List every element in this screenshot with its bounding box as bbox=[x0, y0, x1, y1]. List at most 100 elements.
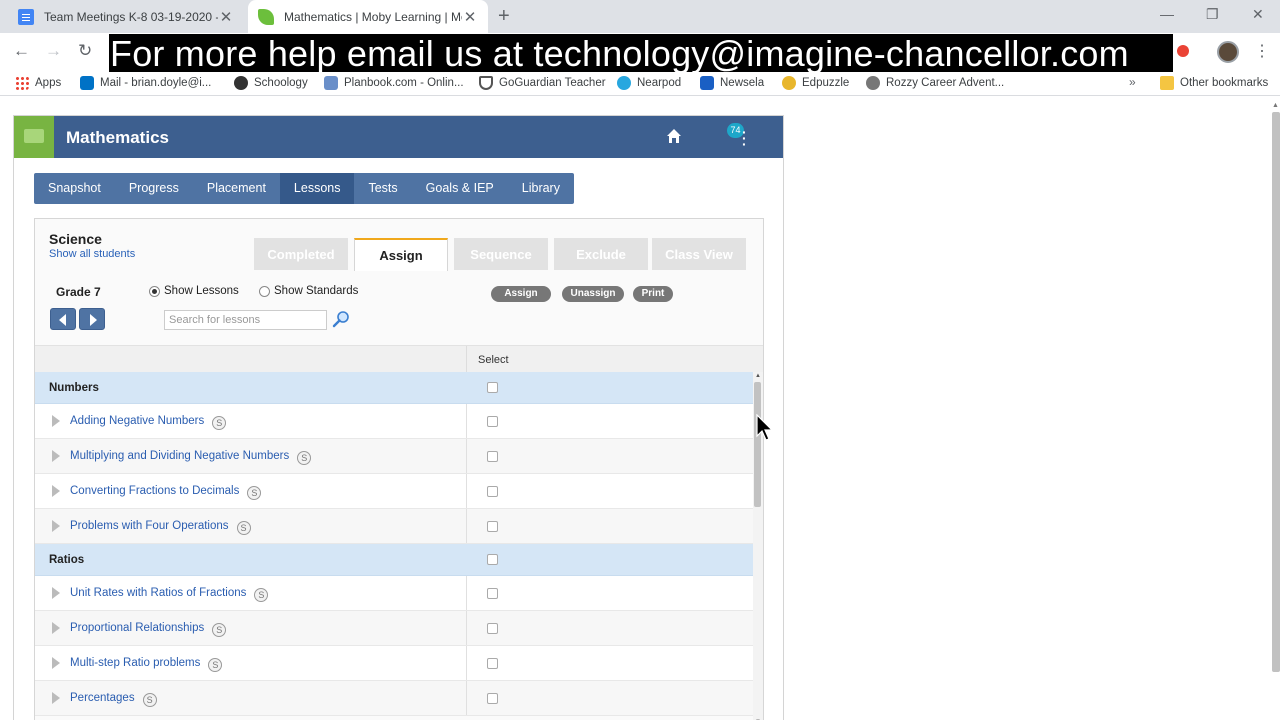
search-icon[interactable] bbox=[332, 310, 350, 328]
back-icon[interactable]: ← bbox=[13, 41, 30, 61]
group-select-checkbox[interactable] bbox=[487, 382, 498, 393]
lesson-select-checkbox[interactable] bbox=[487, 693, 498, 704]
minimize-icon[interactable]: — bbox=[1160, 6, 1174, 22]
expand-triangle-icon[interactable] bbox=[52, 415, 60, 427]
nav-tab-snapshot[interactable]: Snapshot bbox=[34, 173, 115, 204]
column-divider bbox=[466, 681, 467, 715]
standard-s-icon[interactable]: S bbox=[212, 416, 227, 430]
close-tab-icon[interactable]: ✕ bbox=[462, 8, 478, 26]
standard-s-icon[interactable]: S bbox=[247, 486, 262, 500]
profile-avatar[interactable] bbox=[1217, 41, 1239, 63]
bookmark-newsela[interactable]: Newsela bbox=[700, 76, 764, 90]
bookmark-nearpod[interactable]: Nearpod bbox=[617, 76, 681, 90]
group-row: Ratios bbox=[35, 544, 753, 576]
subtab-sequence[interactable]: Sequence bbox=[454, 238, 548, 270]
scroll-up-icon[interactable]: ▲ bbox=[755, 373, 761, 379]
standard-s-icon[interactable]: S bbox=[236, 521, 251, 535]
app-menu-icon[interactable]: · · · bbox=[742, 125, 747, 151]
bookmark-apps[interactable]: Apps bbox=[15, 76, 61, 90]
bookmark-mail[interactable]: Mail - brian.doyle@i... bbox=[80, 76, 211, 90]
radio-unselected-icon bbox=[259, 285, 270, 297]
bookmark-other[interactable]: Other bookmarks bbox=[1160, 76, 1268, 90]
lesson-scrollbar-thumb[interactable] bbox=[754, 382, 761, 507]
unassign-button[interactable]: Unassign bbox=[562, 286, 624, 302]
standard-s-icon[interactable]: S bbox=[212, 623, 227, 637]
close-window-icon[interactable]: ✕ bbox=[1252, 6, 1264, 23]
expand-triangle-icon[interactable] bbox=[52, 587, 60, 599]
lesson-select-checkbox[interactable] bbox=[487, 521, 498, 532]
standard-s-icon[interactable]: S bbox=[297, 451, 312, 465]
bookmark-planbook[interactable]: Planbook.com - Onlin... bbox=[324, 76, 464, 90]
lesson-select-checkbox[interactable] bbox=[487, 416, 498, 427]
subtab-completed[interactable]: Completed bbox=[254, 238, 348, 270]
next-grade-button[interactable] bbox=[79, 308, 105, 330]
browser-menu-icon[interactable]: ⋮ bbox=[1254, 41, 1270, 61]
lesson-select-checkbox[interactable] bbox=[487, 658, 498, 669]
new-tab-button[interactable]: + bbox=[498, 5, 510, 28]
folder-icon bbox=[1160, 76, 1174, 90]
browser-tab-team-meetings[interactable]: Team Meetings K-8 03-19-2020 - Go ✕ bbox=[8, 0, 244, 33]
lesson-select-checkbox[interactable] bbox=[487, 451, 498, 462]
home-icon[interactable] bbox=[666, 128, 682, 144]
more-bookmarks-icon[interactable]: » bbox=[1129, 75, 1136, 89]
lesson-select-checkbox[interactable] bbox=[487, 588, 498, 599]
bookmark-rozzy[interactable]: Rozzy Career Advent... bbox=[866, 76, 1004, 90]
show-all-students-link[interactable]: Show all students bbox=[49, 248, 135, 260]
expand-triangle-icon[interactable] bbox=[52, 450, 60, 462]
lesson-link[interactable]: Percentages S bbox=[70, 692, 157, 707]
page-scrollbar[interactable] bbox=[1272, 112, 1280, 672]
class-name: Science bbox=[49, 231, 102, 247]
nav-tab-lessons[interactable]: Lessons bbox=[279, 173, 355, 204]
lesson-link[interactable]: Multiplying and Dividing Negative Number… bbox=[70, 450, 312, 465]
bookmark-label: Mail - brian.doyle@i... bbox=[100, 77, 212, 89]
browser-tab-mathematics[interactable]: Mathematics | Moby Learning | Mob ✕ bbox=[248, 0, 488, 33]
lesson-link[interactable]: Problems with Four Operations S bbox=[70, 520, 251, 535]
lesson-link[interactable]: Adding Negative Numbers S bbox=[70, 415, 227, 430]
lesson-link[interactable]: Multi-step Ratio problems S bbox=[70, 657, 223, 672]
print-button[interactable]: Print bbox=[633, 286, 673, 302]
lesson-select-checkbox[interactable] bbox=[487, 623, 498, 634]
show-lessons-radio[interactable]: Show Lessons bbox=[149, 285, 239, 297]
nav-tab-placement[interactable]: Placement bbox=[193, 173, 280, 204]
lesson-link[interactable]: Converting Fractions to Decimals S bbox=[70, 485, 262, 500]
lesson-search-input[interactable]: Search for lessons bbox=[164, 310, 327, 330]
page-scroll-up-icon[interactable]: ▲ bbox=[1272, 102, 1279, 109]
apps-grid-icon bbox=[15, 76, 29, 90]
restore-icon[interactable]: ❐ bbox=[1206, 6, 1219, 23]
group-name: Numbers bbox=[49, 382, 99, 394]
column-divider bbox=[466, 576, 467, 610]
bookmark-edpuzzle[interactable]: Edpuzzle bbox=[782, 76, 849, 90]
expand-triangle-icon[interactable] bbox=[52, 622, 60, 634]
extension-icon[interactable] bbox=[1177, 45, 1189, 57]
bookmark-goguardian[interactable]: GoGuardian Teacher bbox=[479, 76, 606, 90]
show-standards-radio[interactable]: Show Standards bbox=[259, 285, 358, 297]
standard-s-icon[interactable]: S bbox=[254, 588, 269, 602]
planbook-icon bbox=[324, 76, 338, 90]
lesson-select-checkbox[interactable] bbox=[487, 486, 498, 497]
expand-triangle-icon[interactable] bbox=[52, 692, 60, 704]
standard-s-icon[interactable]: S bbox=[142, 693, 157, 707]
nav-tab-goals-iep[interactable]: Goals & IEP bbox=[412, 173, 508, 204]
subtab-assign[interactable]: Assign bbox=[354, 238, 448, 271]
standard-s-icon[interactable]: S bbox=[208, 658, 223, 672]
nav-tab-library[interactable]: Library bbox=[508, 173, 574, 204]
expand-triangle-icon[interactable] bbox=[52, 485, 60, 497]
nav-tab-tests[interactable]: Tests bbox=[354, 173, 411, 204]
expand-triangle-icon[interactable] bbox=[52, 520, 60, 532]
lesson-name: Percentages bbox=[70, 692, 135, 704]
group-select-checkbox[interactable] bbox=[487, 554, 498, 565]
forward-icon[interactable]: → bbox=[45, 41, 62, 61]
reload-icon[interactable]: ↻ bbox=[78, 41, 92, 61]
bookmark-schoology[interactable]: Schoology bbox=[234, 76, 308, 90]
prev-grade-button[interactable] bbox=[50, 308, 76, 330]
lesson-link[interactable]: Unit Rates with Ratios of Fractions S bbox=[70, 587, 269, 602]
subtab-exclude[interactable]: Exclude bbox=[554, 238, 648, 270]
expand-triangle-icon[interactable] bbox=[52, 657, 60, 669]
group-name: Ratios bbox=[49, 554, 85, 566]
subtab-class-view[interactable]: Class View bbox=[652, 238, 746, 270]
nav-tab-progress[interactable]: Progress bbox=[115, 173, 193, 204]
moby-leaf-icon bbox=[258, 8, 274, 25]
close-tab-icon[interactable]: ✕ bbox=[218, 8, 234, 26]
lesson-link[interactable]: Proportional Relationships S bbox=[70, 622, 227, 637]
assign-button[interactable]: Assign bbox=[491, 286, 551, 302]
